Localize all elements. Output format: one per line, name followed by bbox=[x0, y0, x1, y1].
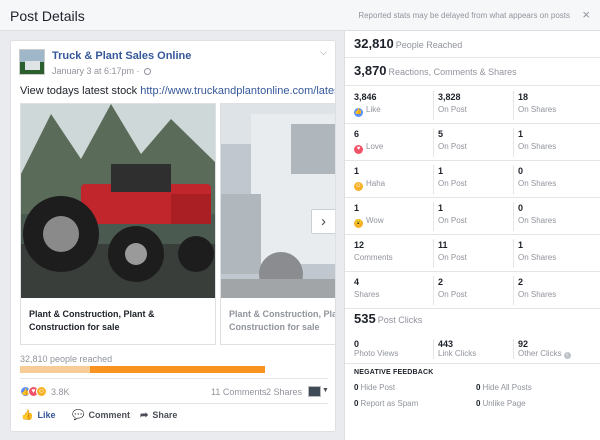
report-spam-stat: 0 Report as Spam bbox=[354, 399, 419, 408]
chevron-down-icon[interactable]: ⌵ bbox=[320, 47, 327, 58]
stat-on-post-cell: 1 On Post bbox=[438, 203, 467, 225]
link-clicks-cell: 443 Link Clicks bbox=[438, 339, 477, 358]
caret-down-icon[interactable]: ▼ bbox=[322, 387, 329, 394]
like-reaction-icon: 👍 bbox=[354, 108, 363, 117]
unlike-page-stat: 0 Unlike Page bbox=[476, 399, 526, 408]
haha-reaction-icon: ☺ bbox=[354, 182, 363, 191]
comment-icon: 💬 bbox=[72, 410, 85, 421]
post-link[interactable]: http://www.truckandplantonline.com/lates… bbox=[140, 85, 335, 97]
info-icon[interactable]: i bbox=[563, 352, 571, 359]
dialog-header: Post Details Reported stats may be delay… bbox=[0, 0, 600, 31]
reach-label: 32,810 people reached bbox=[20, 354, 113, 364]
carousel-caption: Plant & Construction, Plant & Constructi… bbox=[29, 309, 155, 332]
stat-total-cell: 6 ♥ Love bbox=[354, 129, 384, 154]
reactions-row: 👍 ♥ ☺ 3.8K 11 Comments 2 Shares ▼ bbox=[20, 386, 329, 400]
carousel-caption: Plant & Construction, Plant & Constructi… bbox=[229, 309, 335, 332]
stat-total-cell: 4 Shares bbox=[354, 277, 380, 299]
stat-row: 6 ♥ Love 5 On Post 1 On Shares bbox=[345, 124, 600, 161]
stat-on-post-cell: 5 On Post bbox=[438, 129, 467, 151]
stat-row: 4 Shares 2 On Post 2 On Shares bbox=[345, 272, 600, 309]
hide-all-posts-stat: 0 Hide All Posts bbox=[476, 383, 532, 392]
stat-row: 1 ☺ Haha 1 On Post 0 On Shares bbox=[345, 161, 600, 198]
stat-on-shares-cell: 0 On Shares bbox=[518, 203, 557, 225]
shares-count[interactable]: 2 Shares bbox=[266, 387, 302, 397]
stat-on-post-cell: 1 On Post bbox=[438, 166, 467, 188]
haha-reaction-icon[interactable]: ☺ bbox=[36, 386, 47, 397]
stat-total-cell: 1 😮 Wow bbox=[354, 203, 384, 228]
reach-bar bbox=[20, 366, 265, 373]
stat-row: 3,846 👍 Like 3,828 On Post 18 On Shares bbox=[345, 87, 600, 124]
share-button[interactable]: ➦ Share bbox=[140, 410, 177, 421]
carousel-next-button[interactable]: › bbox=[311, 209, 335, 234]
stat-total-cell: 1 ☺ Haha bbox=[354, 166, 386, 191]
other-clicks-cell: 92 Other Clicks i bbox=[518, 339, 598, 363]
comment-button[interactable]: 💬 Comment bbox=[72, 410, 130, 421]
photo-views-cell: 0 Photo Views bbox=[354, 339, 399, 358]
hide-post-stat: 0 Hide Post bbox=[354, 383, 396, 392]
share-as-avatar[interactable] bbox=[308, 386, 321, 397]
people-reached-stat: 32,810 People Reached bbox=[354, 36, 463, 51]
stat-on-shares-cell: 0 On Shares bbox=[518, 166, 557, 188]
stat-on-post-cell: 3,828 On Post bbox=[438, 92, 467, 114]
stat-row: 1 😮 Wow 1 On Post 0 On Shares bbox=[345, 198, 600, 235]
truck-photo bbox=[221, 104, 335, 298]
post-clicks-stat: 535 Post Clicks bbox=[354, 311, 423, 326]
close-icon[interactable]: × bbox=[582, 7, 590, 22]
stat-total-cell: 12 Comments bbox=[354, 240, 393, 262]
like-button[interactable]: 👍 Like bbox=[21, 410, 55, 421]
page-avatar[interactable] bbox=[19, 49, 45, 75]
stat-row: 12 Comments 11 On Post 1 On Shares bbox=[345, 235, 600, 272]
page-name-link[interactable]: Truck & Plant Sales Online bbox=[52, 50, 191, 62]
negative-feedback-title: NEGATIVE FEEDBACK bbox=[354, 369, 434, 376]
post-text: View todays latest stock http://www.truc… bbox=[20, 85, 335, 97]
comments-count[interactable]: 11 Comments bbox=[211, 387, 266, 397]
stat-on-shares-cell: 2 On Shares bbox=[518, 277, 557, 299]
stat-on-shares-cell: 18 On Shares bbox=[518, 92, 557, 114]
reach-bar-paid bbox=[90, 366, 265, 373]
post-card: Truck & Plant Sales Online January 3 at … bbox=[10, 40, 336, 432]
carousel-card[interactable]: Plant & Construction, Plant & Constructi… bbox=[20, 103, 216, 345]
stat-on-shares-cell: 1 On Shares bbox=[518, 129, 557, 151]
clicks-breakdown: 0 Photo Views 443 Link Clicks 92 Other C… bbox=[345, 339, 600, 363]
stat-on-shares-cell: 1 On Shares bbox=[518, 240, 557, 262]
dialog-title: Post Details bbox=[10, 8, 85, 24]
stat-total-cell: 3,846 👍 Like bbox=[354, 92, 381, 117]
post-timestamp[interactable]: January 3 at 6:17pm · bbox=[52, 66, 152, 76]
globe-icon bbox=[144, 68, 152, 75]
tractor-photo bbox=[21, 104, 215, 298]
reach-bar-organic bbox=[20, 366, 90, 373]
love-reaction-icon: ♥ bbox=[354, 145, 363, 154]
stat-on-post-cell: 2 On Post bbox=[438, 277, 467, 299]
reactions-count[interactable]: 3.8K bbox=[51, 387, 70, 397]
stats-disclaimer: Reported stats may be delayed from what … bbox=[358, 11, 570, 20]
share-arrow-icon: ➦ bbox=[140, 410, 149, 421]
thumbs-up-icon: 👍 bbox=[21, 410, 34, 421]
stat-on-post-cell: 11 On Post bbox=[438, 240, 467, 262]
post-preview-panel: Truck & Plant Sales Online January 3 at … bbox=[0, 31, 344, 440]
wow-reaction-icon: 😮 bbox=[354, 219, 363, 228]
stats-panel: 32,810 People Reached 3,870 Reactions, Com… bbox=[344, 31, 600, 440]
engagement-stat: 3,870 Reactions, Comments & Shares bbox=[354, 63, 517, 78]
